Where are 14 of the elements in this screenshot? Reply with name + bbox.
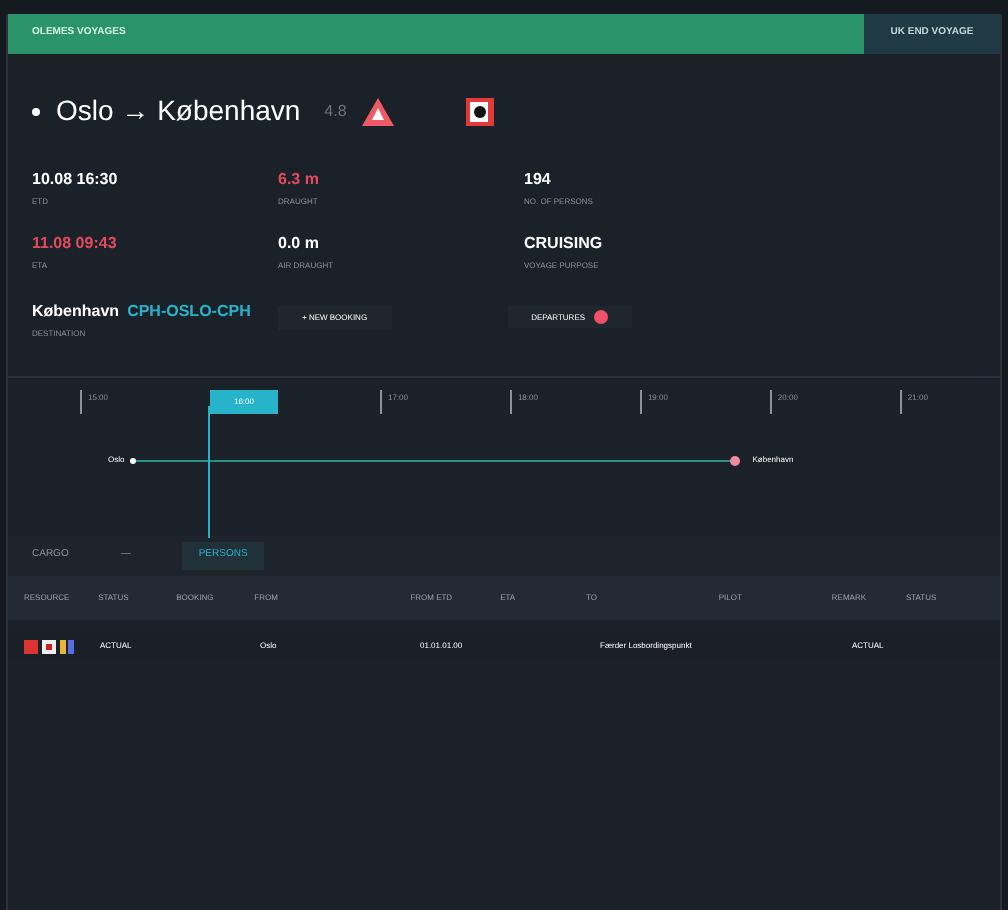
destination-code: CPH-OSLO-CPH bbox=[127, 300, 251, 324]
flag-icon bbox=[466, 97, 495, 125]
current-time-line bbox=[208, 406, 210, 538]
field-value: 0.0 m bbox=[278, 232, 321, 256]
field-value: 194 bbox=[524, 168, 553, 192]
resource-icons-drawing bbox=[24, 639, 76, 653]
field-value: 6.3 m bbox=[278, 168, 321, 192]
voyage-route: Oslo → København bbox=[56, 92, 301, 130]
voyage-code: 4.8 bbox=[324, 99, 347, 123]
field-value: CRUISING bbox=[524, 232, 605, 256]
destination-name: København bbox=[32, 300, 120, 324]
field-value: 10.08 16:30 bbox=[32, 168, 120, 192]
field-value: 11.08 09:43 bbox=[32, 232, 119, 256]
warning-icon bbox=[362, 97, 395, 125]
